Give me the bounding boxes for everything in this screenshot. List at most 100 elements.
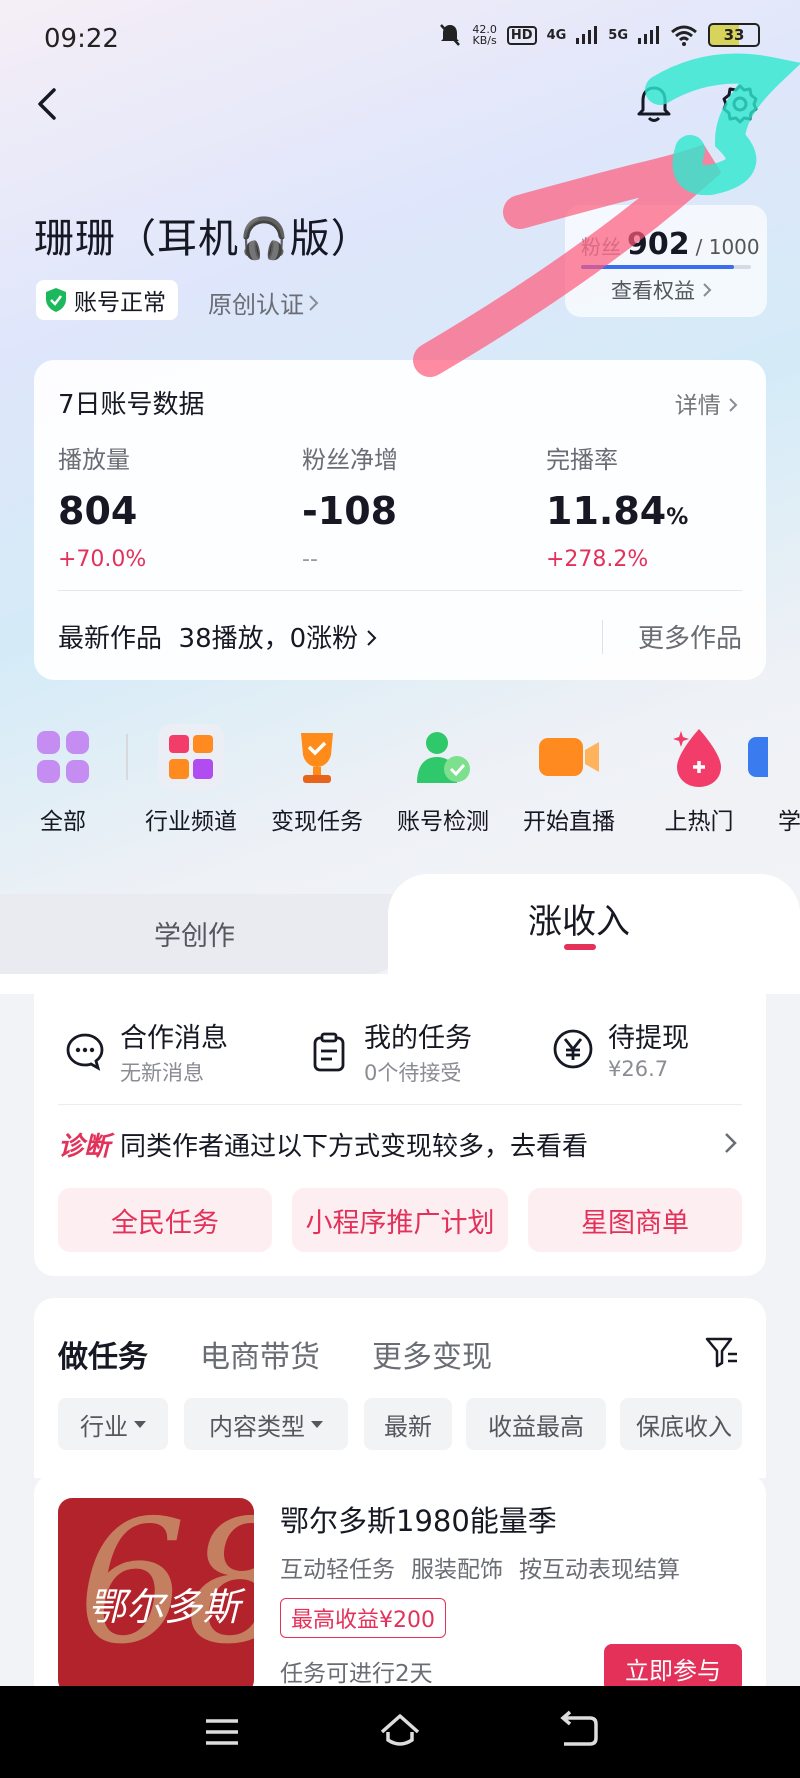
signal-bars-icon	[638, 26, 659, 44]
gear-icon[interactable]	[718, 82, 762, 126]
system-nav-bar	[0, 1686, 800, 1778]
tool-label: 全部	[40, 809, 86, 835]
original-cert-link[interactable]: 原创认证	[208, 285, 320, 320]
campaign-tag: 按互动表现结算	[519, 1557, 680, 1583]
account-status-badge[interactable]: 账号正常	[36, 280, 178, 320]
tool-label: 学	[778, 809, 800, 835]
campaign-card[interactable]: 68 鄂尔多斯 鄂尔多斯1980能量季 互动轻任务 服装配饰 按互动表现结算 最…	[34, 1474, 766, 1686]
yen-icon	[553, 1029, 593, 1068]
tool-account-check[interactable]: 账号检测	[388, 724, 498, 836]
tool-label: 行业频道	[145, 809, 237, 835]
filter-highest-earning[interactable]: 收益最高	[466, 1398, 606, 1450]
chat-bubble-icon	[66, 1033, 104, 1071]
chevron-down-icon	[311, 1420, 323, 1428]
tool-industry-channel[interactable]: 行业频道	[136, 724, 246, 836]
detail-label: 详情	[674, 393, 721, 419]
fans-goal: / 1000	[695, 235, 760, 259]
fans-card[interactable]: 粉丝 902 / 1000 查看权益	[565, 205, 767, 317]
metric-plays[interactable]: 播放量 804 +70.0%	[58, 440, 146, 572]
tool-go-trending[interactable]: 上热门	[644, 724, 754, 836]
back-arrow-icon[interactable]	[28, 84, 68, 124]
detail-link[interactable]: 详情	[675, 386, 738, 420]
grid-icon	[30, 724, 96, 790]
tool-label: 账号检测	[397, 809, 489, 835]
pending-withdrawal[interactable]: 待提现 ¥26.7	[552, 1016, 689, 1081]
income-item-sub: 0个待接受	[364, 1061, 462, 1085]
metric-change: --	[302, 547, 318, 572]
fans-progress-fill	[581, 265, 735, 269]
diagnosis-row[interactable]: 诊断 同类作者通过以下方式变现较多，去看看	[58, 1126, 588, 1163]
metric-label: 粉丝净增	[302, 446, 398, 474]
tab-learn[interactable]: 学创作	[154, 914, 235, 953]
profile-name: 珊珊（耳机🎧版）	[34, 216, 372, 262]
filter-industry[interactable]: 行业	[58, 1398, 168, 1450]
income-card: 合作消息 无新消息 我的任务 0个待接受 待提现 ¥26.7 诊断 同类作者通过…	[34, 974, 766, 1276]
task-tab-more-monetize[interactable]: 更多变现	[372, 1332, 492, 1376]
metric-value: -108	[302, 489, 398, 533]
pill-mini-program[interactable]: 小程序推广计划	[292, 1188, 508, 1252]
metric-change: +70.0%	[58, 547, 147, 572]
divider	[126, 734, 128, 780]
more-works-link[interactable]: 更多作品	[638, 618, 742, 655]
signal-4g: 4G	[546, 27, 567, 43]
campaign-tag: 互动轻任务	[280, 1557, 395, 1583]
tool-all[interactable]: 全部	[8, 724, 118, 836]
metric-fans-net[interactable]: 粉丝净增 -108 --	[302, 440, 398, 572]
bell-icon[interactable]	[632, 82, 676, 126]
pill-national-tasks[interactable]: 全民任务	[58, 1188, 272, 1252]
task-tab-do-tasks[interactable]: 做任务	[58, 1332, 148, 1376]
signal-bars-icon	[576, 26, 598, 44]
chevron-right-icon	[729, 398, 738, 412]
chevron-right-icon[interactable]	[720, 1128, 742, 1158]
fans-progress-bar	[581, 265, 751, 269]
signal-5g: 5G	[608, 27, 628, 43]
pill-star-map[interactable]: 星图商单	[528, 1188, 742, 1252]
chevron-right-icon	[702, 283, 712, 297]
campaign-tags: 互动轻任务 服装配饰 按互动表现结算	[280, 1550, 680, 1584]
campaign-brand: 鄂尔多斯	[88, 1585, 241, 1629]
battery-indicator: 33	[708, 23, 760, 47]
industry-channel-icon	[158, 724, 224, 790]
my-tasks[interactable]: 我的任务 0个待接受	[308, 1016, 472, 1087]
home-icon[interactable]	[376, 1708, 424, 1756]
join-button[interactable]: 立即参与	[604, 1644, 742, 1686]
metric-value: 804	[58, 489, 138, 533]
metric-completion[interactable]: 完播率 11.84% +278.2%	[546, 440, 688, 572]
view-rights-label: 查看权益	[611, 279, 695, 303]
clipboard-icon	[313, 1032, 345, 1071]
tool-start-live[interactable]: 开始直播	[514, 724, 624, 836]
fans-label: 粉丝	[581, 235, 621, 259]
task-tab-ecommerce[interactable]: 电商带货	[200, 1332, 320, 1376]
back-nav-icon[interactable]	[554, 1708, 602, 1756]
shield-check-icon	[46, 288, 66, 312]
filter-icon[interactable]	[704, 1334, 740, 1370]
divider	[58, 1104, 742, 1105]
coop-messages[interactable]: 合作消息 无新消息	[64, 1016, 228, 1087]
campaign-time-left: 任务可进行2天	[280, 1661, 433, 1686]
diagnosis-text: 同类作者通过以下方式变现较多，去看看	[120, 1132, 589, 1162]
video-camera-icon	[536, 724, 602, 790]
account-check-icon	[410, 724, 476, 790]
metric-change: +278.2%	[546, 547, 649, 572]
metric-value: 11.84%	[546, 489, 689, 533]
filter-guaranteed-income[interactable]: 保底收入	[620, 1398, 742, 1450]
filter-content-type[interactable]: 内容类型	[184, 1398, 348, 1450]
divider	[58, 590, 742, 591]
chevron-down-icon	[134, 1420, 146, 1428]
menu-icon[interactable]	[198, 1708, 246, 1756]
view-rights-link[interactable]: 查看权益	[611, 275, 712, 305]
filter-latest[interactable]: 最新	[364, 1398, 452, 1450]
mute-bell-icon	[440, 24, 461, 46]
account-status-label: 账号正常	[74, 290, 166, 316]
tab-earn[interactable]: 涨收入	[528, 894, 630, 943]
original-cert-label: 原创认证	[208, 291, 304, 319]
tool-monetize-task[interactable]: 变现任务	[262, 724, 372, 836]
learn-icon	[748, 724, 768, 790]
divider	[602, 620, 603, 654]
latest-work-link[interactable]: 最新作品 38播放，0涨粉	[58, 618, 378, 655]
fans-count-row: 粉丝 902 / 1000	[581, 227, 760, 262]
tool-learn[interactable]: 学	[744, 724, 800, 836]
chevron-right-icon	[309, 294, 319, 311]
net-speed: 42.0 KB/s	[472, 23, 497, 47]
income-item-title: 待提现	[608, 1023, 689, 1054]
